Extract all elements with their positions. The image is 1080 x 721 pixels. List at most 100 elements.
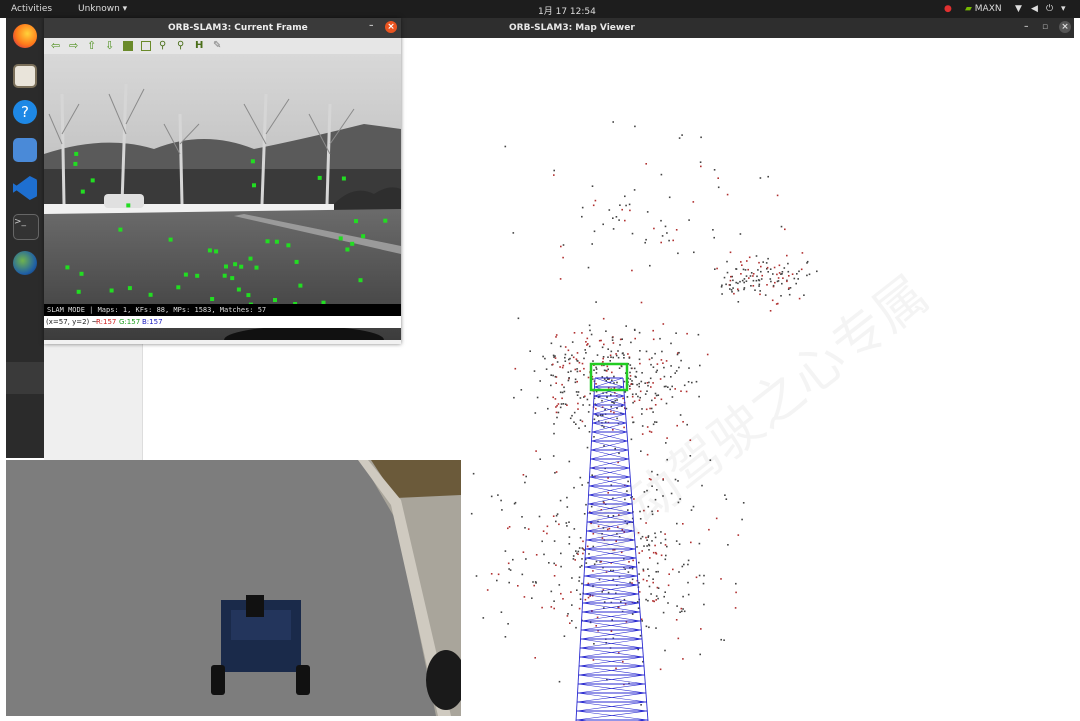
map-point (675, 540, 678, 542)
map-point (601, 414, 604, 417)
map-point (585, 341, 587, 343)
globe-icon[interactable] (13, 251, 37, 275)
minimize-button[interactable]: – (369, 21, 374, 31)
current-frame-window[interactable]: ORB-SLAM3: Current Frame – × ⇦ ⇨ ⇧ ⇩ ⚲ ⚲… (44, 18, 401, 344)
dock-placeholder[interactable] (6, 362, 44, 394)
map-point (616, 417, 618, 420)
map-point (573, 411, 576, 414)
activities-button[interactable]: Activities (11, 4, 52, 14)
close-button[interactable]: × (1059, 21, 1071, 33)
map-point (649, 264, 651, 267)
arrow-down-icon[interactable]: ⇩ (105, 40, 117, 52)
map-point (660, 398, 663, 401)
clock[interactable]: 1月 17 12:54 (538, 4, 596, 17)
wifi-icon[interactable]: ▼ (1015, 4, 1022, 14)
map-point (659, 337, 661, 340)
map-point (588, 404, 591, 406)
zoom-out-icon[interactable]: ⚲ (177, 40, 189, 52)
map-point (567, 349, 570, 352)
map-point (680, 359, 682, 362)
map-point (731, 291, 733, 293)
map-point (572, 356, 575, 359)
map-point (752, 279, 755, 282)
arrow-left-icon[interactable]: ⇦ (51, 40, 63, 52)
map-point (521, 516, 523, 518)
map-point (665, 385, 667, 388)
files-icon[interactable] (13, 64, 37, 88)
map-point (628, 357, 631, 359)
map-point (723, 639, 725, 641)
map-point (571, 577, 573, 579)
map-point (617, 356, 620, 359)
map-point (769, 310, 772, 312)
system-menu-chevron-icon[interactable]: ▾ (1061, 4, 1066, 14)
map-point (646, 545, 648, 547)
trajectory-segment (640, 629, 643, 640)
map-point (573, 421, 575, 423)
help-icon[interactable]: ? (13, 100, 37, 124)
map-point (671, 396, 674, 398)
record-icon[interactable]: ● (944, 4, 952, 14)
map-point (640, 704, 642, 706)
arrow-up-icon[interactable]: ⇧ (87, 40, 99, 52)
save-image-icon[interactable] (123, 41, 133, 51)
current-frame-titlebar[interactable]: ORB-SLAM3: Current Frame – × (44, 18, 401, 38)
text-editor-icon[interactable] (13, 138, 37, 162)
map-point (572, 555, 575, 557)
map-point (559, 499, 562, 502)
map-point (735, 268, 737, 270)
terminal-icon[interactable]: >_ (13, 214, 39, 240)
map-point (631, 383, 634, 385)
map-point (665, 554, 667, 557)
map-point (759, 293, 761, 296)
map-point (571, 604, 573, 606)
map-point (667, 386, 669, 388)
map-point (798, 297, 801, 300)
robot-wheel-left (211, 665, 225, 695)
nvidia-power-mode[interactable]: ▰ MAXN (965, 4, 1002, 14)
map-point (675, 619, 678, 621)
vscode-icon[interactable] (13, 176, 37, 200)
map-viewer-menu-panel[interactable] (44, 344, 143, 460)
firefox-icon[interactable] (13, 24, 37, 48)
maximize-button[interactable]: ▫ (1042, 22, 1048, 32)
map-point (607, 378, 609, 380)
minimize-button[interactable]: – (1024, 22, 1029, 32)
map-point (717, 177, 719, 179)
map-point (609, 354, 612, 357)
map-point (648, 430, 651, 433)
map-point (630, 383, 632, 385)
feature-point (222, 273, 227, 278)
map-point (610, 630, 613, 632)
map-point (611, 379, 613, 382)
zoom-in-icon[interactable]: ⚲ (159, 40, 171, 52)
map-point (587, 376, 590, 379)
map-point (612, 429, 614, 431)
map-point (735, 591, 737, 594)
arrow-right-icon[interactable]: ⇨ (69, 40, 81, 52)
app-menu[interactable]: Unknown ▾ (78, 4, 127, 14)
close-button[interactable]: × (385, 21, 397, 33)
map-point (552, 396, 554, 399)
map-point (552, 455, 555, 457)
map-point (623, 380, 626, 383)
map-point (542, 530, 545, 532)
map-point (553, 562, 555, 565)
map-point (508, 526, 511, 528)
settings-icon[interactable]: ✎ (213, 40, 225, 52)
map-point (698, 574, 701, 577)
map-point (582, 552, 584, 555)
trajectory-segment (623, 395, 626, 406)
feature-point (294, 259, 299, 264)
power-icon[interactable]: ⏻ (1046, 4, 1053, 14)
map-point (616, 399, 618, 401)
fit-icon[interactable]: H (195, 40, 207, 52)
map-point (761, 274, 763, 277)
volume-icon[interactable]: ◀ (1031, 4, 1038, 14)
copy-icon[interactable] (141, 41, 151, 51)
map-point (663, 375, 666, 378)
feature-point (358, 278, 363, 283)
trajectory-segment (623, 386, 625, 397)
map-point (558, 680, 561, 683)
map-point (576, 589, 578, 591)
